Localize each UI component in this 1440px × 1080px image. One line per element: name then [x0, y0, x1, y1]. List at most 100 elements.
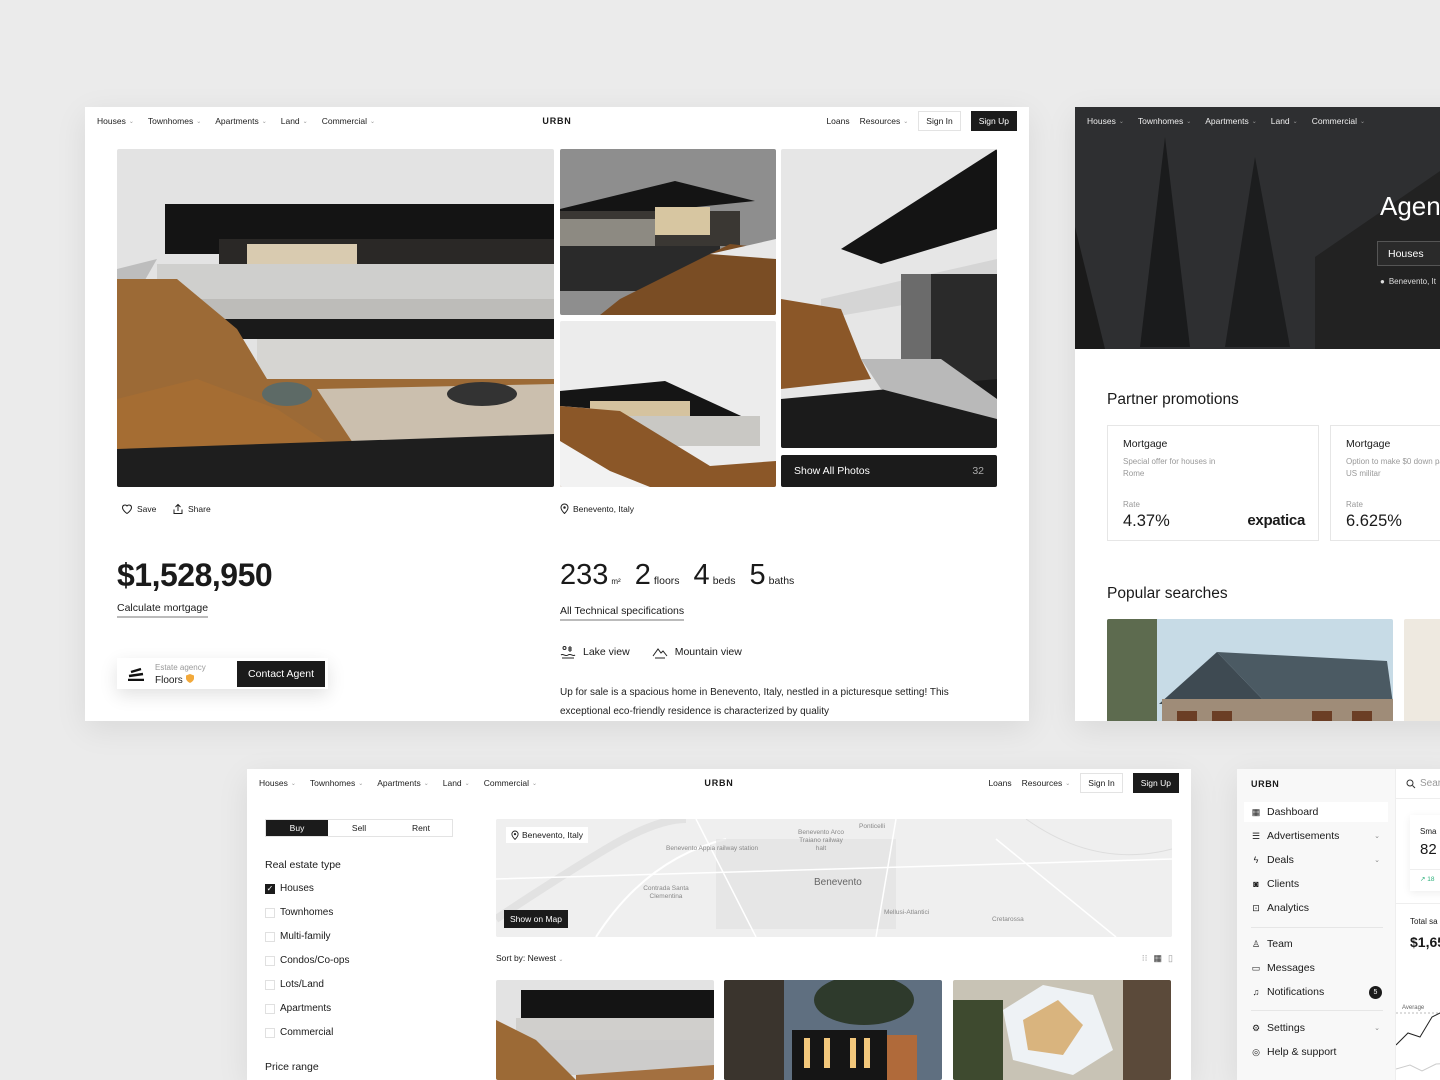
chevron-down-icon: ⌄ — [358, 780, 364, 787]
hero-banner: Houses ⌄ Townhomes ⌄ Apartments ⌄ Land ⌄ Com… — [1075, 107, 1440, 349]
nav-apartments[interactable]: Apartments ⌄ — [1205, 116, 1257, 126]
chevron-down-icon: ⌄ — [1251, 118, 1257, 125]
calculate-mortgage-link[interactable]: Calculate mortgage — [117, 602, 209, 618]
sign-up-button[interactable]: Sign Up — [1132, 773, 1179, 793]
nav-commercial[interactable]: Commercial ⌄ — [484, 778, 537, 788]
dashboard-window: URBN ▦ Dashboard ☰ Advertisements ⌄ ϟ Deals ⌄ ◙ C… — [1237, 769, 1440, 1080]
promo-card[interactable]: Mortgage Option to make $0 down payments… — [1330, 425, 1440, 541]
tab-rent[interactable]: Rent — [390, 820, 452, 836]
promo-card[interactable]: Mortgage Special offer for houses in Rom… — [1107, 425, 1319, 541]
sidebar-item-deals[interactable]: ϟ Deals ⌄ — [1244, 850, 1388, 870]
map-preview[interactable]: Benevento Appia railway station Benevent… — [496, 819, 1172, 937]
nav-townhomes[interactable]: Townhomes ⌄ — [310, 778, 363, 788]
show-all-photos-button[interactable]: Show All Photos 32 — [781, 455, 997, 487]
agency-name[interactable]: Floors — [155, 673, 237, 687]
nav-resources[interactable]: Resources ⌄ — [1022, 778, 1071, 788]
dashboard-sidebar: URBN ▦ Dashboard ☰ Advertisements ⌄ ϟ Deals ⌄ ◙ C… — [1237, 769, 1395, 1080]
nav-resources[interactable]: Resources ⌄ — [860, 116, 909, 126]
sign-in-button[interactable]: Sign In — [1080, 773, 1123, 793]
nav-townhomes[interactable]: Townhomes ⌄ — [148, 116, 201, 126]
nav-apartments[interactable]: Apartments ⌄ — [377, 778, 429, 788]
popular-search-card[interactable] — [1404, 619, 1440, 721]
type-checkbox-townhomes[interactable]: Townhomes — [265, 907, 333, 918]
map-view-icon[interactable]: ▯ — [1168, 953, 1173, 964]
hero-location[interactable]: ● Benevento, It — [1380, 277, 1436, 286]
type-checkbox-houses[interactable]: ✓ Houses — [265, 883, 314, 894]
share-button[interactable]: Share — [172, 503, 211, 515]
sign-up-button[interactable]: Sign Up — [970, 111, 1017, 131]
nav-commercial[interactable]: Commercial ⌄ — [322, 116, 375, 126]
photo-4[interactable] — [781, 149, 997, 448]
search-input[interactable]: Sear — [1396, 769, 1440, 799]
list-view-icon[interactable]: ⁝⁝ — [1142, 953, 1148, 964]
chevron-down-icon: ⌄ — [1374, 833, 1380, 840]
photo-3[interactable] — [560, 321, 776, 487]
nav-townhomes[interactable]: Townhomes ⌄ — [1138, 116, 1191, 126]
sort-dropdown[interactable]: Sort by: Newest ⌄ — [496, 953, 563, 963]
listing-card[interactable] — [724, 980, 942, 1080]
type-checkbox-lots-land[interactable]: Lots/Land — [265, 979, 324, 990]
chevron-down-icon: ⌄ — [1360, 118, 1366, 125]
logo[interactable]: URBN — [704, 778, 733, 788]
save-button[interactable]: Save — [121, 503, 156, 514]
sign-in-button[interactable]: Sign In — [918, 111, 961, 131]
checkbox-icon[interactable] — [265, 955, 275, 966]
nav-houses[interactable]: Houses ⌄ — [1087, 116, 1124, 126]
sidebar-item-messages[interactable]: ▭ Messages — [1244, 958, 1388, 978]
technical-specs-link[interactable]: All Technical specifications — [560, 605, 685, 621]
checkbox-checked-icon[interactable]: ✓ — [265, 883, 275, 894]
hero-nav: Houses ⌄ Townhomes ⌄ Apartments ⌄ Land ⌄ Com… — [1075, 107, 1440, 135]
chevron-down-icon: ⌄ — [558, 957, 564, 963]
real-estate-type-heading: Real estate type — [265, 859, 341, 871]
share-icon — [173, 503, 183, 514]
type-checkbox-multi-family[interactable]: Multi-family — [265, 931, 331, 942]
tab-sell[interactable]: Sell — [328, 820, 390, 836]
nav-land[interactable]: Land ⌄ — [1271, 116, 1298, 126]
main-photo[interactable] — [117, 149, 554, 487]
checkbox-icon[interactable] — [265, 1027, 275, 1038]
checkbox-icon[interactable] — [265, 1003, 275, 1014]
nav-commercial[interactable]: Commercial ⌄ — [1312, 116, 1365, 126]
logo[interactable]: URBN — [542, 116, 571, 126]
agency-label: Estate agency — [155, 662, 206, 672]
nav-land[interactable]: Land ⌄ — [281, 116, 308, 126]
popular-search-card[interactable] — [1107, 619, 1393, 721]
type-checkbox-apartments[interactable]: Apartments — [265, 1003, 331, 1014]
dashboard-icon: ▦ — [1251, 806, 1261, 817]
kpi-card[interactable]: Sma 82 ↗ 18 — [1410, 815, 1440, 891]
type-checkbox-condos-co-ops[interactable]: Condos/Co-ops — [265, 955, 349, 966]
checkbox-icon[interactable] — [265, 931, 275, 942]
listing-card[interactable] — [953, 980, 1171, 1080]
sidebar-item-notifications[interactable]: ♫ Notifications 5 — [1244, 982, 1388, 1002]
deals-icon: ϟ — [1253, 855, 1259, 865]
grid-view-icon[interactable]: ▦ — [1154, 953, 1163, 964]
property-type-select[interactable]: Houses — [1377, 241, 1440, 266]
nav-houses[interactable]: Houses ⌄ — [97, 116, 134, 126]
promo-rate: 6.625% — [1346, 512, 1402, 530]
sidebar-item-team[interactable]: ♙ Team — [1244, 934, 1388, 954]
sidebar-item-dashboard[interactable]: ▦ Dashboard — [1244, 802, 1388, 822]
nav-houses[interactable]: Houses ⌄ — [259, 778, 296, 788]
nav-loans[interactable]: Loans — [988, 778, 1011, 788]
type-checkbox-commercial[interactable]: Commercial — [265, 1027, 333, 1038]
nav-loans[interactable]: Loans — [826, 116, 849, 126]
contact-agent-button[interactable]: Contact Agent — [237, 660, 325, 687]
nav-land[interactable]: Land ⌄ — [443, 778, 470, 788]
tab-buy[interactable]: Buy — [266, 820, 328, 836]
analytics-icon: ⊡ — [1252, 902, 1260, 913]
sidebar-item-settings[interactable]: ⚙ Settings ⌄ — [1244, 1018, 1388, 1038]
checkbox-icon[interactable] — [265, 907, 275, 918]
sidebar-item-clients[interactable]: ◙ Clients — [1244, 874, 1388, 894]
nav-apartments[interactable]: Apartments ⌄ — [215, 116, 267, 126]
listing-card[interactable] — [496, 980, 714, 1080]
feature-lake-view: Lake view — [560, 645, 630, 659]
checkbox-icon[interactable] — [265, 979, 275, 990]
sidebar-item-analytics[interactable]: ⊡ Analytics — [1244, 898, 1388, 918]
sidebar-item-advertisements[interactable]: ☰ Advertisements ⌄ — [1244, 826, 1388, 846]
sidebar-item-help-support[interactable]: ◎ Help & support — [1244, 1042, 1388, 1062]
show-on-map-button[interactable]: Show on Map — [504, 910, 568, 928]
messages-icon: ▭ — [1251, 962, 1261, 973]
photo-2[interactable] — [560, 149, 776, 315]
location-pin-icon — [560, 503, 569, 514]
logo[interactable]: URBN — [1251, 779, 1279, 789]
